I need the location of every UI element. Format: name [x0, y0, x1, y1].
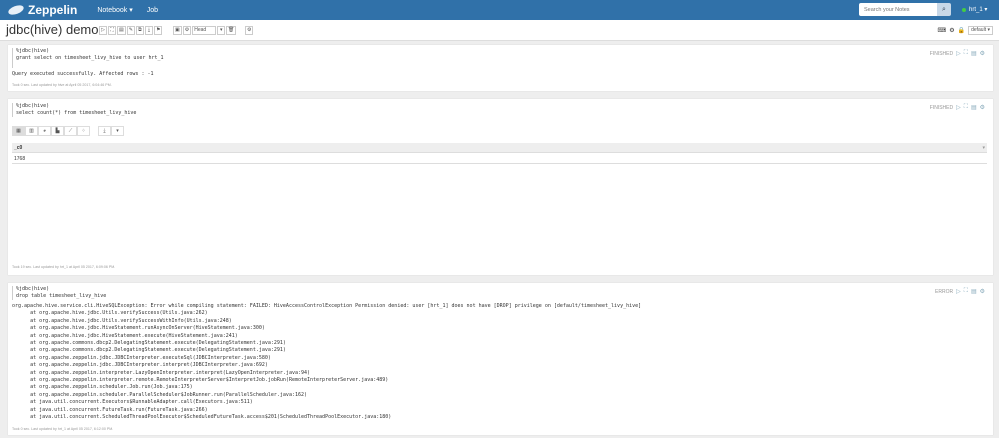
column-header-c0[interactable]: _c0: [14, 145, 22, 151]
show-hide-output-button[interactable]: ▤: [117, 26, 126, 35]
download-dropdown-icon[interactable]: ▾: [111, 126, 124, 136]
navbar: Zeppelin Notebook ▾ Job ⌕ hrt_1 ▾: [0, 0, 999, 20]
settings-icon[interactable]: ⚙: [980, 104, 985, 111]
paragraph-1: FINISHED ▷ ⛶ ▤ ⚙ %jdbc(hive) grant select on …: [8, 45, 993, 91]
area-chart-icon[interactable]: ▙: [51, 126, 64, 136]
notebook-header: jdbc(hive) demo ▷ ⛶ ▤ ✎ ⧉ ⤓ ⚑ ▣ ⚙ Head ▾…: [0, 20, 999, 41]
paragraph-footer: Took 0 sec. Last updated by hive at Apri…: [12, 83, 112, 87]
head-select[interactable]: Head: [192, 26, 217, 35]
run-icon[interactable]: ▷: [956, 288, 961, 295]
code-line: drop table timesheet_livy_hive: [16, 293, 107, 299]
bar-chart-icon[interactable]: ▥: [25, 126, 38, 136]
status-label: ERROR: [935, 288, 954, 295]
delete-button[interactable]: 🗑: [226, 26, 237, 35]
scheduler-button[interactable]: ⚙: [245, 26, 254, 35]
paragraph-footer: Took 0 sec. Last updated by hrt_1 at Apr…: [12, 427, 114, 431]
output-toggle-icon[interactable]: ▤: [971, 104, 977, 111]
download-icon[interactable]: ⤓: [98, 126, 111, 136]
paragraph-status-bar: FINISHED ▷ ⛶ ▤ ⚙: [930, 50, 985, 57]
settings-icon[interactable]: ⚙: [980, 50, 985, 57]
keyboard-icon[interactable]: ⌨: [938, 27, 947, 34]
right-tools: ⌨ ⚙ 🔒 default ▾: [938, 26, 993, 35]
version-controls: ▣ ⚙ Head ▾: [173, 26, 226, 35]
search-icon: ⌕: [942, 6, 946, 13]
line-chart-icon[interactable]: ⟋: [64, 126, 77, 136]
zeppelin-icon: [7, 3, 25, 17]
search-box: ⌕: [859, 3, 951, 16]
paragraph-3: ERROR ▷ ⛶ ▤ ⚙ %jdbc(hive) drop table timeshee…: [8, 283, 993, 435]
code-editor[interactable]: %jdbc(hive) drop table timesheet_livy_hiv…: [12, 286, 106, 300]
expand-icon[interactable]: ⛶: [964, 50, 968, 57]
paragraph-2: FINISHED ▷ ⛶ ▤ ⚙ %jdbc(hive) select count(*) …: [8, 99, 993, 275]
paragraph-status-bar: ERROR ▷ ⛶ ▤ ⚙: [935, 288, 985, 295]
code-line: select count(*) from timesheet_livy_hive: [16, 110, 137, 116]
user-name: hrt_1 ▾: [969, 7, 988, 13]
table-cell: 1768: [14, 156, 26, 162]
search-button[interactable]: ⌕: [937, 3, 951, 16]
export-button[interactable]: ⤓: [144, 26, 153, 35]
table-row: 1768: [12, 154, 987, 164]
brand-name: Zeppelin: [28, 3, 78, 17]
code-editor[interactable]: %jdbc(hive) select count(*) from timeshee…: [12, 103, 136, 117]
clear-output-button[interactable]: ✎: [126, 26, 135, 35]
paragraph-footer: Took 19 sec. Last updated by hrt_1 at Ap…: [12, 265, 116, 269]
page-title: jdbc(hive) demo: [6, 22, 99, 37]
show-hide-code-button[interactable]: ⛶: [108, 26, 116, 35]
commit-button[interactable]: ▣: [173, 26, 182, 35]
scatter-chart-icon[interactable]: ⁘: [77, 126, 90, 136]
settings-small-icon[interactable]: ⚙: [182, 26, 192, 35]
code-line: %jdbc(hive): [16, 48, 50, 54]
paragraph-output: Query executed successfully. Affected ro…: [12, 71, 154, 77]
run-all-button[interactable]: ▷: [99, 26, 107, 35]
error-output: org.apache.hive.service.cli.HiveSQLExcep…: [12, 303, 642, 421]
settings-icon[interactable]: ⚙: [980, 288, 985, 295]
job-link[interactable]: Job: [147, 7, 158, 14]
paragraph-status-bar: FINISHED ▷ ⛶ ▤ ⚙: [930, 104, 985, 111]
version-button[interactable]: ⚑: [153, 26, 163, 35]
interpreter-select[interactable]: default ▾: [968, 26, 993, 35]
table-header: _c0 ▾: [12, 143, 987, 153]
user-menu[interactable]: hrt_1 ▾: [962, 6, 987, 13]
code-line: %jdbc(hive): [16, 103, 50, 109]
head-dropdown-icon[interactable]: ▾: [217, 26, 226, 35]
code-line: grant select on timesheet_livy_hive to u…: [16, 55, 164, 61]
clone-button[interactable]: ⧉: [135, 26, 144, 35]
expand-icon[interactable]: ⛶: [964, 288, 968, 295]
status-label: FINISHED: [929, 104, 954, 111]
run-icon[interactable]: ▷: [956, 50, 961, 57]
code-line: %jdbc(hive): [16, 286, 50, 292]
search-input[interactable]: [859, 3, 937, 16]
notebook-menu[interactable]: Notebook ▾: [97, 6, 132, 14]
run-icon[interactable]: ▷: [956, 104, 961, 111]
pie-chart-icon[interactable]: ◕: [38, 126, 51, 136]
output-toggle-icon[interactable]: ▤: [971, 288, 977, 295]
gear-icon[interactable]: ⚙: [949, 27, 954, 34]
visualization-toolbar: ▦ ▥ ◕ ▙ ⟋ ⁘ ⤓ ▾: [12, 126, 124, 136]
column-menu-icon[interactable]: ▾: [982, 143, 985, 153]
expand-icon[interactable]: ⛶: [964, 104, 968, 111]
lock-icon[interactable]: 🔒: [958, 27, 965, 34]
zeppelin-logo[interactable]: Zeppelin: [7, 3, 78, 17]
status-label: FINISHED: [929, 50, 954, 57]
notebook-actions: ▷ ⛶ ▤ ✎ ⧉ ⤓ ⚑: [99, 26, 163, 35]
output-toggle-icon[interactable]: ▤: [971, 50, 977, 57]
code-editor[interactable]: %jdbc(hive) grant select on timesheet_liv…: [12, 48, 164, 68]
table-view-icon[interactable]: ▦: [12, 126, 25, 136]
online-status-icon: [962, 7, 966, 12]
